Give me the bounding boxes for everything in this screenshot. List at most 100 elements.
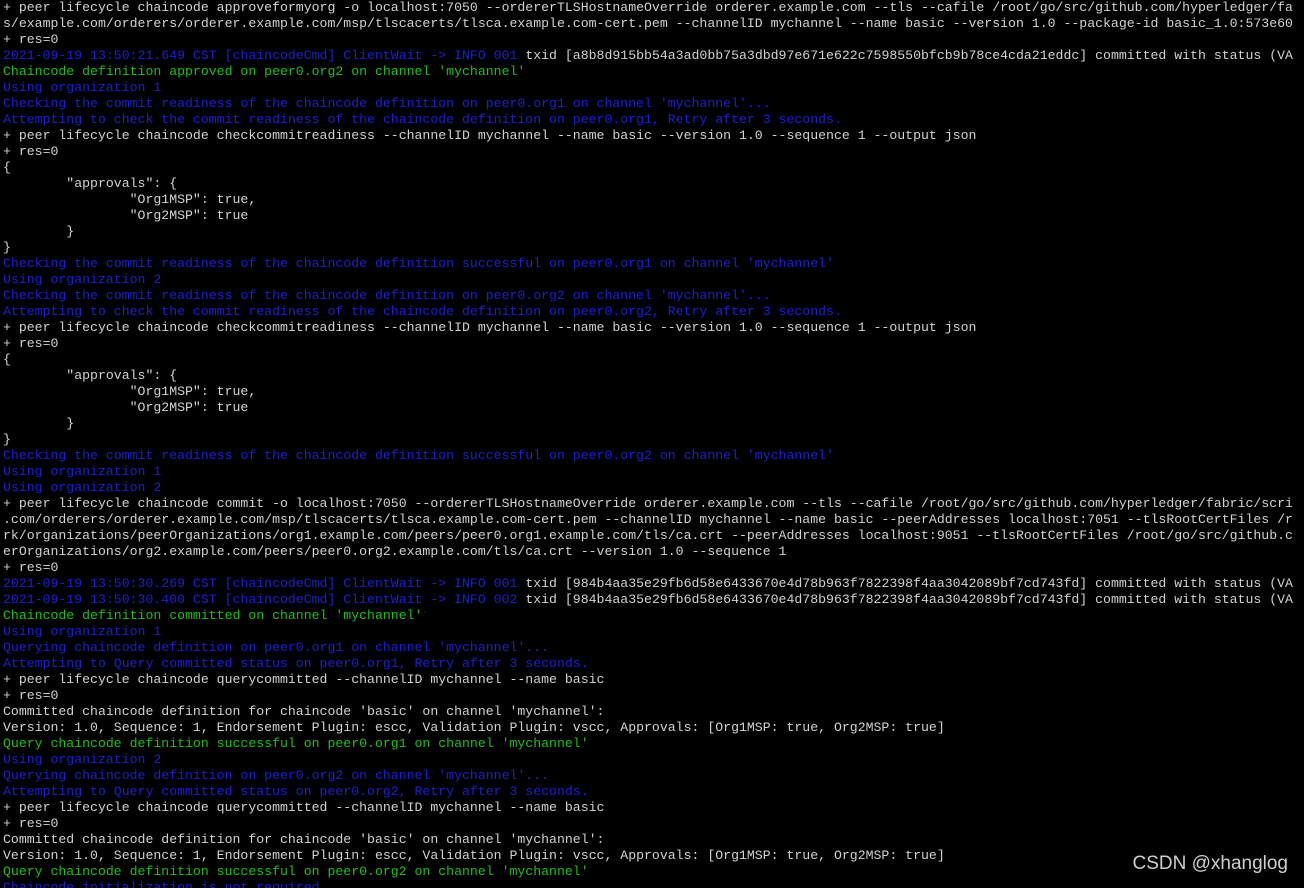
terminal-line-text: Checking the commit readiness of the cha… — [3, 448, 834, 463]
terminal-line-text: 2021-09-19 13:50:30.400 CST [chaincodeCm… — [3, 592, 518, 607]
terminal-line: erOrganizations/org2.example.com/peers/p… — [3, 544, 1304, 560]
terminal-line-text: Committed chaincode definition for chain… — [3, 704, 605, 719]
terminal-line: "Org1MSP": true, — [3, 192, 1304, 208]
terminal-line: Checking the commit readiness of the cha… — [3, 256, 1304, 272]
terminal-line: { — [3, 352, 1304, 368]
terminal-line-text: Checking the commit readiness of the cha… — [3, 96, 771, 111]
terminal-line: Using organization 2 — [3, 480, 1304, 496]
terminal-line: + res=0 — [3, 144, 1304, 160]
terminal-line: Querying chaincode definition on peer0.o… — [3, 640, 1304, 656]
terminal-line: Checking the commit readiness of the cha… — [3, 288, 1304, 304]
terminal-line: Query chaincode definition successful on… — [3, 736, 1304, 752]
terminal-line: } — [3, 240, 1304, 256]
terminal-line: Using organization 1 — [3, 624, 1304, 640]
terminal-line: + res=0 — [3, 336, 1304, 352]
terminal-line: Version: 1.0, Sequence: 1, Endorsement P… — [3, 848, 1304, 864]
terminal-line-text: + res=0 — [3, 32, 59, 47]
terminal-line-text: Using organization 2 — [3, 752, 162, 767]
terminal-line: + res=0 — [3, 32, 1304, 48]
terminal-line: + res=0 — [3, 816, 1304, 832]
terminal-output[interactable]: + peer lifecycle chaincode approveformyo… — [0, 0, 1304, 888]
terminal-line-text: + res=0 — [3, 688, 59, 703]
terminal-line-text: "approvals": { — [3, 176, 178, 191]
terminal-line: Using organization 1 — [3, 464, 1304, 480]
terminal-line: s/example.com/orderers/orderer.example.c… — [3, 16, 1304, 32]
terminal-line: 2021-09-19 13:50:30.269 CST [chaincodeCm… — [3, 576, 1304, 592]
terminal-line: + peer lifecycle chaincode approveformyo… — [3, 0, 1304, 16]
terminal-line-text: Version: 1.0, Sequence: 1, Endorsement P… — [3, 720, 945, 735]
terminal-line-text: + peer lifecycle chaincode querycommitte… — [3, 672, 605, 687]
terminal-line: } — [3, 416, 1304, 432]
terminal-line-text: + peer lifecycle chaincode querycommitte… — [3, 800, 605, 815]
terminal-line-text: } — [3, 416, 75, 431]
terminal-line-text: Attempting to check the commit readiness… — [3, 304, 842, 319]
terminal-line-text: Using organization 1 — [3, 624, 162, 639]
terminal-line-text: Querying chaincode definition on peer0.o… — [3, 768, 550, 783]
terminal-line: Version: 1.0, Sequence: 1, Endorsement P… — [3, 720, 1304, 736]
terminal-line-text: + res=0 — [3, 144, 59, 159]
terminal-line-text: Querying chaincode definition on peer0.o… — [3, 640, 550, 655]
terminal-line-text: rk/organizations/peerOrganizations/org1.… — [3, 528, 1293, 543]
terminal-line-text: Chaincode initialization is not required — [3, 880, 320, 888]
terminal-line: Attempting to check the commit readiness… — [3, 112, 1304, 128]
terminal-line: + peer lifecycle chaincode querycommitte… — [3, 800, 1304, 816]
terminal-line: "Org2MSP": true — [3, 208, 1304, 224]
terminal-line: "Org2MSP": true — [3, 400, 1304, 416]
terminal-line: } — [3, 432, 1304, 448]
terminal-line: + peer lifecycle chaincode querycommitte… — [3, 672, 1304, 688]
terminal-line-text: } — [3, 240, 11, 255]
terminal-line-text: Chaincode definition committed on channe… — [3, 608, 423, 623]
terminal-line-text: Checking the commit readiness of the cha… — [3, 256, 834, 271]
terminal-line-text: "Org1MSP": true, — [3, 192, 257, 207]
terminal-line: { — [3, 160, 1304, 176]
terminal-line-text: "Org1MSP": true, — [3, 384, 257, 399]
terminal-line-text: { — [3, 352, 11, 367]
terminal-line-text: + res=0 — [3, 816, 59, 831]
terminal-line: Chaincode initialization is not required — [3, 880, 1304, 888]
terminal-line: + peer lifecycle chaincode checkcommitre… — [3, 128, 1304, 144]
terminal-line-text: + peer lifecycle chaincode checkcommitre… — [3, 320, 977, 335]
terminal-line-text: 2021-09-19 13:50:21.649 CST [chaincodeCm… — [3, 48, 518, 63]
terminal-line-text: Using organization 2 — [3, 480, 162, 495]
terminal-line-text: } — [3, 224, 75, 239]
terminal-line: 2021-09-19 13:50:21.649 CST [chaincodeCm… — [3, 48, 1304, 64]
terminal-line-text: + res=0 — [3, 336, 59, 351]
terminal-line-text: } — [3, 432, 11, 447]
terminal-line: + peer lifecycle chaincode checkcommitre… — [3, 320, 1304, 336]
terminal-line-text: "approvals": { — [3, 368, 178, 383]
terminal-line: 2021-09-19 13:50:30.400 CST [chaincodeCm… — [3, 592, 1304, 608]
terminal-line: + peer lifecycle chaincode commit -o loc… — [3, 496, 1304, 512]
terminal-line: Querying chaincode definition on peer0.o… — [3, 768, 1304, 784]
terminal-line: "approvals": { — [3, 176, 1304, 192]
terminal-line: Chaincode definition committed on channe… — [3, 608, 1304, 624]
terminal-line: Attempting to check the commit readiness… — [3, 304, 1304, 320]
terminal-line-text: Attempting to Query committed status on … — [3, 656, 589, 671]
terminal-line-text: + peer lifecycle chaincode checkcommitre… — [3, 128, 977, 143]
csdn-watermark: CSDN @xhanglog — [1132, 853, 1288, 874]
terminal-line-text: Chaincode definition approved on peer0.o… — [3, 64, 526, 79]
terminal-line: Query chaincode definition successful on… — [3, 864, 1304, 880]
terminal-line-text: Using organization 1 — [3, 464, 162, 479]
terminal-line-text: Query chaincode definition successful on… — [3, 864, 589, 879]
terminal-line-text: Using organization 1 — [3, 80, 162, 95]
terminal-line-text: + peer lifecycle chaincode commit -o loc… — [3, 496, 1293, 511]
terminal-line-text: erOrganizations/org2.example.com/peers/p… — [3, 544, 787, 559]
terminal-line-text: + peer lifecycle chaincode approveformyo… — [3, 0, 1293, 15]
terminal-line: Checking the commit readiness of the cha… — [3, 96, 1304, 112]
terminal-line: .com/orderers/orderer.example.com/msp/tl… — [3, 512, 1304, 528]
terminal-line: Attempting to Query committed status on … — [3, 656, 1304, 672]
terminal-line: Using organization 1 — [3, 80, 1304, 96]
terminal-line: Using organization 2 — [3, 752, 1304, 768]
terminal-line: Attempting to Query committed status on … — [3, 784, 1304, 800]
terminal-line: "Org1MSP": true, — [3, 384, 1304, 400]
terminal-line: + res=0 — [3, 688, 1304, 704]
terminal-line: Chaincode definition approved on peer0.o… — [3, 64, 1304, 80]
terminal-line-text: Version: 1.0, Sequence: 1, Endorsement P… — [3, 848, 945, 863]
terminal-line: rk/organizations/peerOrganizations/org1.… — [3, 528, 1304, 544]
terminal-line-text: + res=0 — [3, 560, 59, 575]
terminal-line-text: .com/orderers/orderer.example.com/msp/tl… — [3, 512, 1293, 527]
terminal-line-text: "Org2MSP": true — [3, 400, 249, 415]
terminal-line-text: Attempting to check the commit readiness… — [3, 112, 842, 127]
terminal-line-text: Committed chaincode definition for chain… — [3, 832, 605, 847]
terminal-line-text: s/example.com/orderers/orderer.example.c… — [3, 16, 1293, 31]
